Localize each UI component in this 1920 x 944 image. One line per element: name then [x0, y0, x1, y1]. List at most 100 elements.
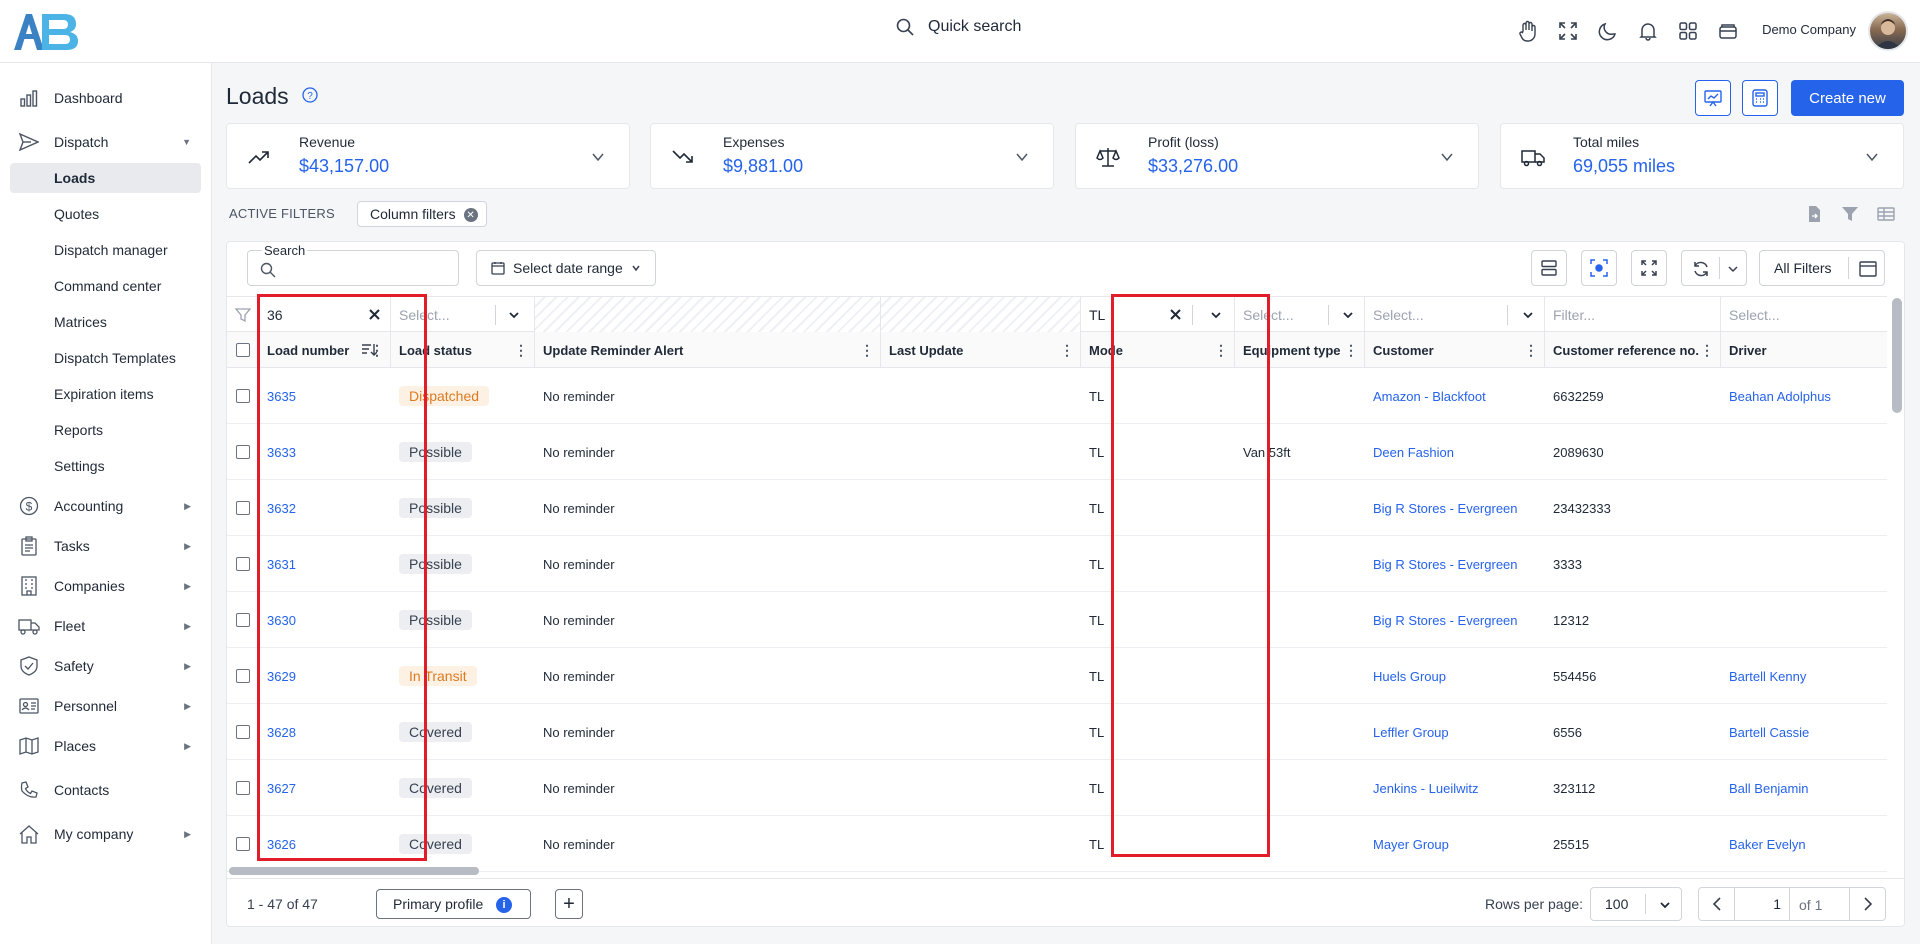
stat-card-expenses[interactable]: Expenses $9,881.00 — [650, 123, 1054, 189]
create-new-button[interactable]: Create new — [1791, 80, 1904, 116]
row-checkbox[interactable] — [236, 669, 250, 683]
row-checkbox[interactable] — [236, 837, 250, 851]
column-header-reminder[interactable]: Update Reminder Alert ⋮ — [535, 332, 881, 368]
clear-icon[interactable] — [369, 309, 380, 320]
page-number-input[interactable]: 1 — [1735, 888, 1790, 920]
row-checkbox[interactable] — [236, 501, 250, 515]
focus-button[interactable] — [1581, 250, 1617, 286]
help-icon[interactable]: ? — [302, 87, 318, 103]
stat-card-revenue[interactable]: Revenue $43,157.00 — [226, 123, 630, 189]
row-checkbox[interactable] — [236, 613, 250, 627]
fullscreen-icon[interactable] — [1556, 19, 1580, 43]
select-all-checkbox[interactable] — [236, 343, 250, 357]
sidebar-subitem-command-center[interactable]: Command center — [10, 271, 201, 301]
customer-link[interactable]: Mayer Group — [1373, 837, 1449, 852]
load-number-link[interactable]: 3627 — [267, 781, 296, 796]
load-number-link[interactable]: 3633 — [267, 445, 296, 460]
stat-card-total-miles[interactable]: Total miles 69,055 miles — [1500, 123, 1904, 189]
row-checkbox[interactable] — [236, 781, 250, 795]
load-number-link[interactable]: 3628 — [267, 725, 296, 740]
chart-report-button[interactable] — [1695, 80, 1731, 116]
column-header-driver[interactable]: Driver — [1721, 332, 1887, 368]
load-number-link[interactable]: 3635 — [267, 389, 296, 404]
scrollbar-thumb[interactable] — [1892, 298, 1902, 413]
prev-page-button[interactable] — [1699, 888, 1735, 920]
row-density-button[interactable] — [1531, 250, 1567, 286]
table-row[interactable]: 3633 Possible No reminder TL Van 53ft De… — [227, 424, 1887, 480]
table-row[interactable]: 3629 In Transit No reminder TL Huels Gro… — [227, 648, 1887, 704]
load-number-link[interactable]: 3632 — [267, 501, 296, 516]
filter-icon[interactable] — [1841, 205, 1859, 223]
driver-link[interactable]: Beahan Adolphus — [1729, 389, 1831, 404]
column-menu-icon[interactable]: ⋮ — [1214, 342, 1228, 359]
sidebar-subitem-quotes[interactable]: Quotes — [10, 199, 201, 229]
apps-grid-icon[interactable] — [1676, 19, 1700, 43]
table-row[interactable]: 3635 Dispatched No reminder TL Amazon - … — [227, 368, 1887, 424]
primary-profile-button[interactable]: Primary profile i — [376, 889, 531, 919]
column-header-load-status[interactable]: Load status ⋮ — [391, 332, 535, 368]
sidebar-item-dashboard[interactable]: Dashboard — [10, 83, 201, 113]
customer-link[interactable]: Jenkins - Lueilwitz — [1373, 781, 1479, 796]
sidebar-subitem-matrices[interactable]: Matrices — [10, 307, 201, 337]
customer-link[interactable]: Deen Fashion — [1373, 445, 1454, 460]
sidebar-subitem-expiration-items[interactable]: Expiration items — [10, 379, 201, 409]
column-menu-icon[interactable]: ⋮ — [1060, 342, 1074, 359]
mode-filter-select[interactable]: TL — [1081, 297, 1235, 333]
avatar[interactable] — [1868, 11, 1908, 51]
sidebar-item-places[interactable]: Places ▶ — [10, 731, 201, 761]
load-number-link[interactable]: 3631 — [267, 557, 296, 572]
customer-ref-filter-input[interactable]: Filter... — [1545, 297, 1721, 333]
table-row[interactable]: 3627 Covered No reminder TL Jenkins - Lu… — [227, 760, 1887, 816]
customer-link[interactable]: Leffler Group — [1373, 725, 1449, 740]
sidebar-item-contacts[interactable]: Contacts — [10, 775, 201, 805]
customer-link[interactable]: Huels Group — [1373, 669, 1446, 684]
sidebar-subitem-reports[interactable]: Reports — [10, 415, 201, 445]
hand-icon[interactable] — [1516, 19, 1540, 43]
filter-chip-column-filters[interactable]: Column filters ✕ — [357, 201, 487, 227]
driver-link[interactable]: Ball Benjamin — [1729, 781, 1809, 796]
customer-link[interactable]: Amazon - Blackfoot — [1373, 389, 1486, 404]
next-page-button[interactable] — [1849, 888, 1885, 920]
load-status-filter-select[interactable]: Select... — [391, 297, 535, 333]
column-menu-icon[interactable]: ⋮ — [1344, 342, 1358, 359]
column-menu-icon[interactable]: ⋮ — [1524, 342, 1538, 359]
table-layout-icon[interactable] — [1877, 205, 1895, 223]
sidebar-item-fleet[interactable]: Fleet ▶ — [10, 611, 201, 641]
row-checkbox[interactable] — [236, 725, 250, 739]
stat-card-profit[interactable]: Profit (loss) $33,276.00 — [1075, 123, 1479, 189]
horizontal-scrollbar[interactable] — [227, 866, 1887, 875]
company-name[interactable]: Demo Company — [1762, 22, 1856, 37]
add-profile-button[interactable]: + — [555, 889, 583, 919]
load-number-filter-input[interactable]: 36 — [259, 297, 391, 333]
sidebar-item-personnel[interactable]: Personnel ▶ — [10, 691, 201, 721]
driver-link[interactable]: Bartell Cassie — [1729, 725, 1809, 740]
driver-filter-select[interactable]: Select... — [1721, 297, 1887, 333]
row-checkbox[interactable] — [236, 557, 250, 571]
scrollbar-thumb[interactable] — [229, 867, 479, 875]
column-menu-icon[interactable]: ⋮ — [1700, 342, 1714, 359]
bell-icon[interactable] — [1636, 19, 1660, 43]
driver-link[interactable]: Bartell Kenny — [1729, 669, 1806, 684]
vertical-scrollbar[interactable] — [1892, 298, 1902, 858]
driver-link[interactable]: Baker Evelyn — [1729, 837, 1806, 852]
column-menu-icon[interactable]: ⋮ — [860, 342, 874, 359]
customer-link[interactable]: Big R Stores - Evergreen — [1373, 613, 1518, 628]
table-row[interactable]: 3628 Covered No reminder TL Leffler Grou… — [227, 704, 1887, 760]
load-number-link[interactable]: 3629 — [267, 669, 296, 684]
sidebar-item-tasks[interactable]: Tasks ▶ — [10, 531, 201, 561]
export-file-icon[interactable] — [1805, 205, 1823, 223]
sidebar-item-dispatch[interactable]: Dispatch ▼ — [10, 127, 201, 157]
column-header-mode[interactable]: Mode ⋮ — [1081, 332, 1235, 368]
row-checkbox[interactable] — [236, 445, 250, 459]
table-row[interactable]: 3630 Possible No reminder TL Big R Store… — [227, 592, 1887, 648]
sidebar-subitem-settings[interactable]: Settings — [10, 451, 201, 481]
column-header-customer[interactable]: Customer ⋮ — [1365, 332, 1545, 368]
table-row[interactable]: 3631 Possible No reminder TL Big R Store… — [227, 536, 1887, 592]
sidebar-item-accounting[interactable]: $ Accounting ▶ — [10, 491, 201, 521]
sidebar-subitem-dispatch-templates[interactable]: Dispatch Templates — [10, 343, 201, 373]
column-header-equipment-type[interactable]: Equipment type ⋮ — [1235, 332, 1365, 368]
customer-link[interactable]: Big R Stores - Evergreen — [1373, 557, 1518, 572]
column-header-customer-ref[interactable]: Customer reference no. ⋮ — [1545, 332, 1721, 368]
table-row[interactable]: 3632 Possible No reminder TL Big R Store… — [227, 480, 1887, 536]
column-header-load-number[interactable]: Load number ⋮ — [259, 332, 391, 368]
